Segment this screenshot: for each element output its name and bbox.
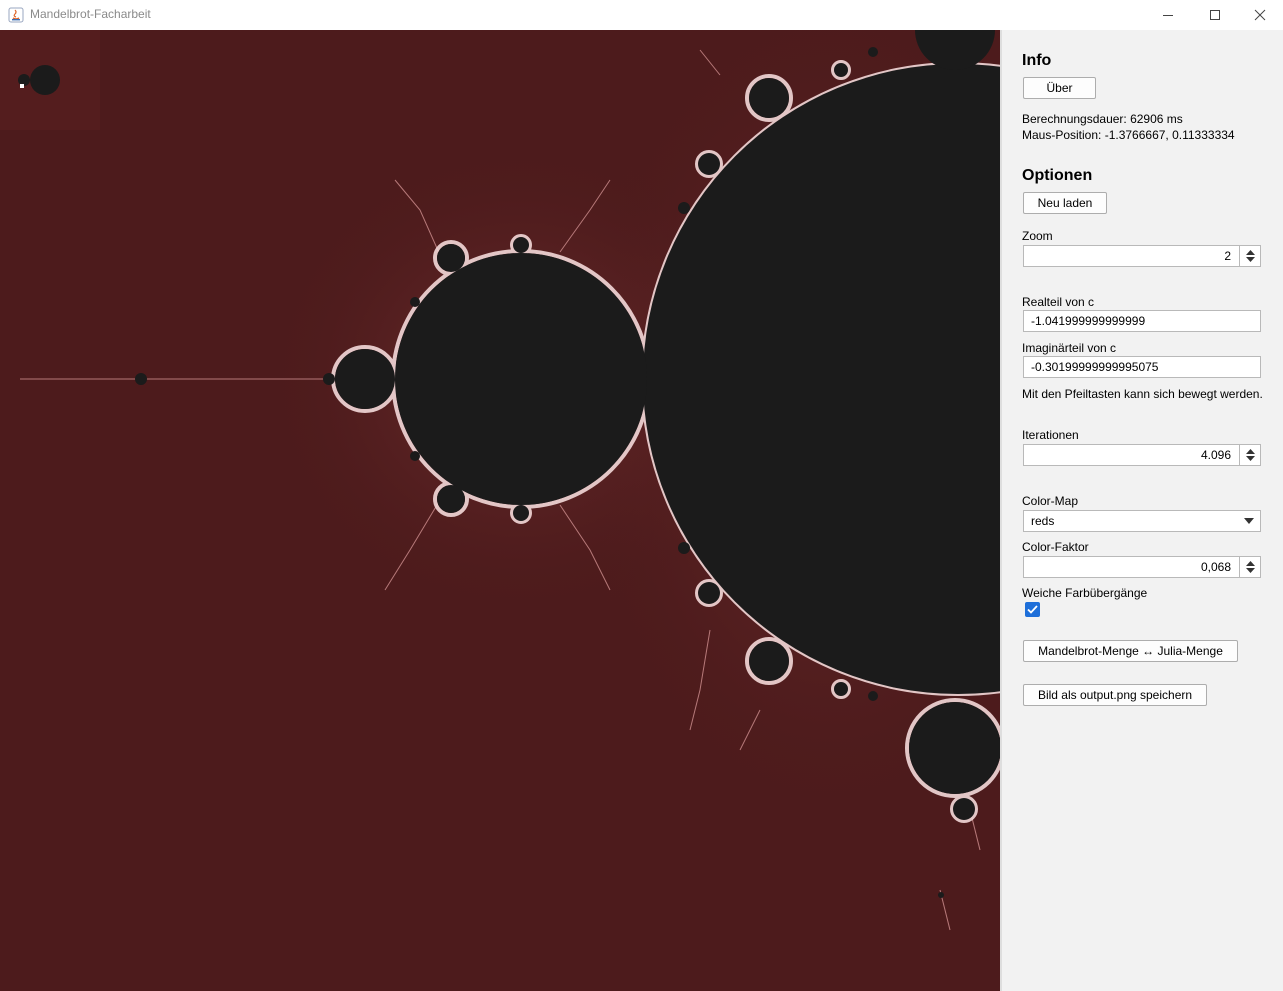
options-heading: Optionen: [1022, 167, 1093, 184]
toggle-julia-mandelbrot-button[interactable]: Mandelbrot-Menge ↔ Julia-Menge: [1023, 640, 1238, 662]
iterations-spinner[interactable]: 4.096: [1023, 444, 1261, 466]
mouse-position: Maus-Position: -1.3766667, 0.11333334: [1022, 128, 1235, 142]
calc-duration: Berechnungsdauer: 62906 ms: [1022, 112, 1183, 126]
maximize-icon: [1210, 10, 1220, 20]
iterations-stepper[interactable]: [1239, 444, 1261, 466]
zoom-stepper[interactable]: [1239, 245, 1261, 267]
caret-down-icon[interactable]: [1245, 257, 1255, 262]
reload-button[interactable]: Neu laden: [1023, 192, 1107, 214]
java-app-icon: [8, 7, 24, 23]
settings-panel: Info Über Berechnungsdauer: 62906 ms Mau…: [1002, 30, 1283, 991]
caret-down-icon[interactable]: [1245, 568, 1255, 573]
real-part-input[interactable]: -1.041999999999999: [1023, 310, 1261, 332]
checkmark-icon: [1027, 605, 1038, 614]
colormap-value: reds: [1031, 514, 1055, 528]
real-part-label: Realteil von c: [1022, 295, 1095, 309]
info-heading: Info: [1022, 52, 1052, 69]
maximize-button[interactable]: [1192, 0, 1238, 30]
imag-part-input[interactable]: -0.30199999999995075: [1023, 356, 1261, 378]
colorfactor-spinner[interactable]: 0,068: [1023, 556, 1261, 578]
imag-part-label: Imaginärteil von c: [1022, 341, 1117, 355]
window-title: Mandelbrot-Facharbeit: [30, 7, 151, 21]
arrow-key-hint: Mit den Pfeiltasten kann sich bewegt wer…: [1022, 387, 1263, 401]
zoom-value[interactable]: 2: [1023, 245, 1239, 267]
colormap-label: Color-Map: [1022, 494, 1079, 508]
iterations-value[interactable]: 4.096: [1023, 444, 1239, 466]
caret-up-icon[interactable]: [1245, 250, 1255, 255]
smooth-colors-checkbox[interactable]: [1025, 602, 1040, 617]
title-bar: Mandelbrot-Facharbeit: [0, 0, 1283, 30]
save-image-button[interactable]: Bild als output.png speichern: [1023, 684, 1207, 706]
colorfactor-label: Color-Faktor: [1022, 540, 1089, 554]
dropdown-arrow-icon: [1244, 518, 1254, 524]
iterations-label: Iterationen: [1022, 428, 1079, 442]
minimize-icon: [1163, 15, 1173, 16]
zoom-spinner[interactable]: 2: [1023, 245, 1261, 267]
caret-up-icon[interactable]: [1245, 561, 1255, 566]
close-button[interactable]: [1237, 0, 1283, 30]
caret-down-icon[interactable]: [1245, 456, 1255, 461]
about-button[interactable]: Über: [1023, 77, 1096, 99]
colormap-select[interactable]: reds: [1023, 510, 1261, 532]
caret-up-icon[interactable]: [1245, 449, 1255, 454]
fractal-canvas[interactable]: [0, 30, 1000, 991]
smooth-colors-label: Weiche Farbübergänge: [1022, 586, 1148, 600]
colorfactor-stepper[interactable]: [1239, 556, 1261, 578]
colorfactor-value[interactable]: 0,068: [1023, 556, 1239, 578]
close-icon: [1254, 9, 1266, 21]
zoom-label: Zoom: [1022, 229, 1053, 243]
minimize-button[interactable]: [1145, 0, 1191, 30]
